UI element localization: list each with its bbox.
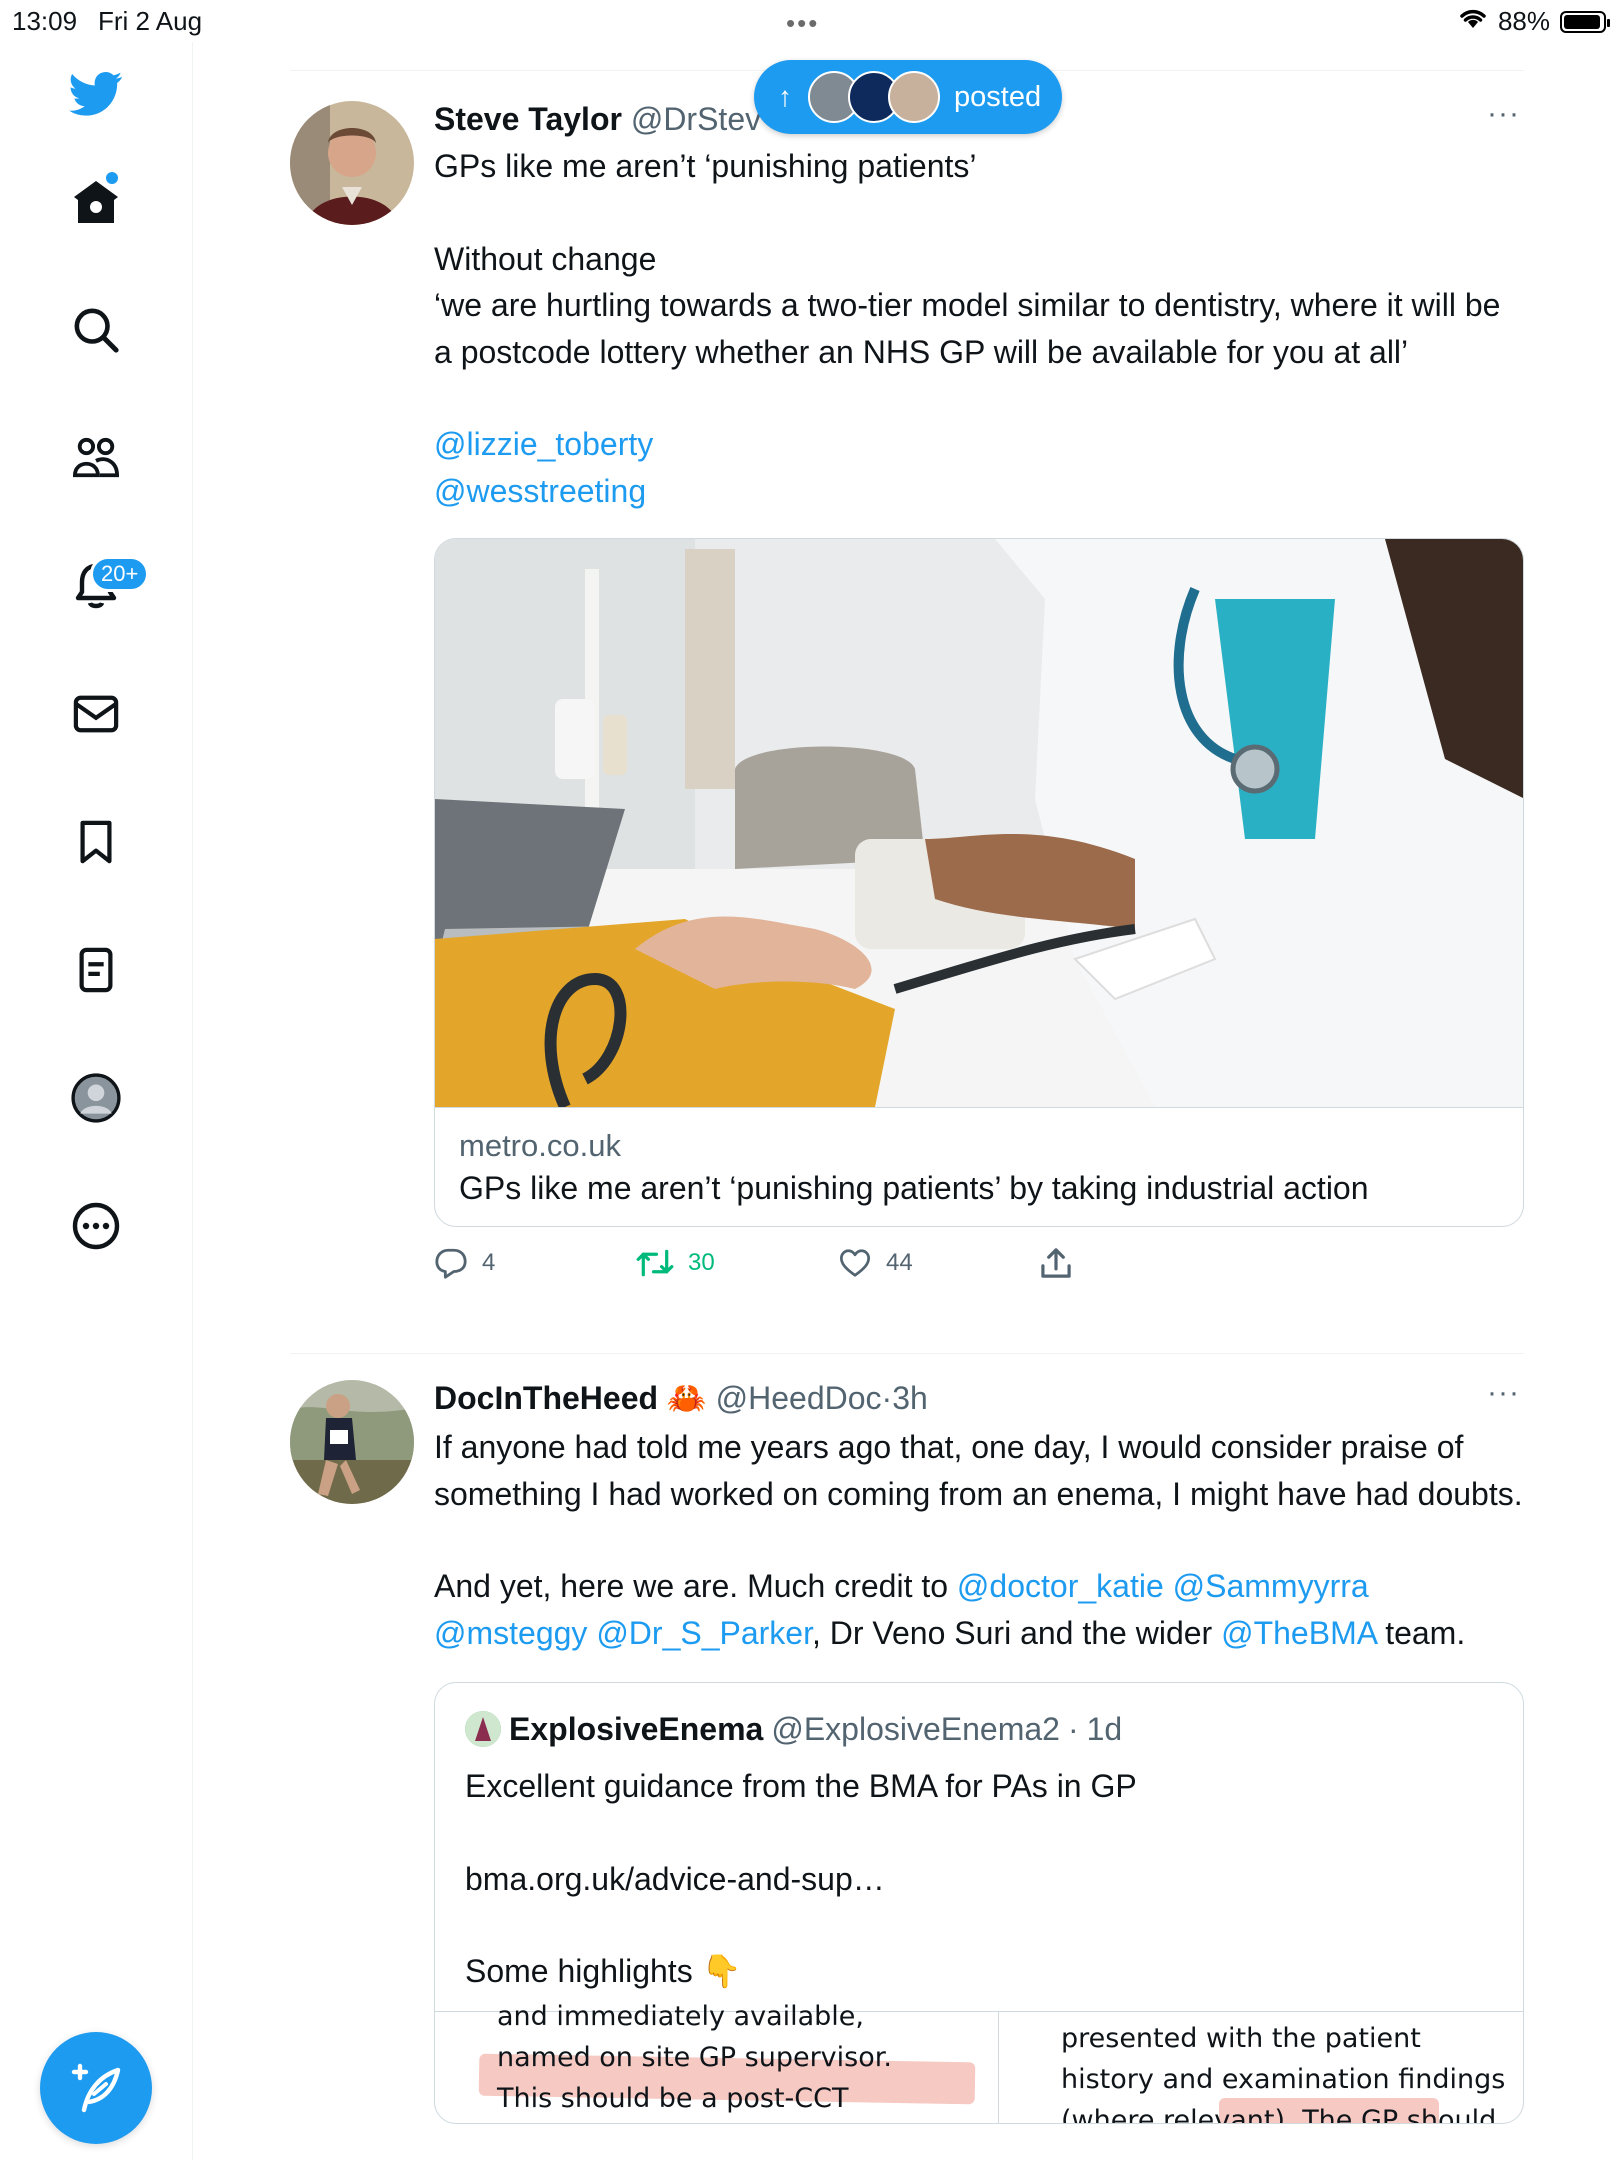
text-segment: And yet, here we are. Much credit to bbox=[434, 1568, 957, 1604]
sidebar-nav: 20+ bbox=[0, 42, 193, 2160]
quoted-timestamp[interactable]: 1d bbox=[1087, 1707, 1123, 1751]
mention-link[interactable]: @wesstreeting bbox=[434, 473, 646, 509]
status-date: Fri 2 Aug bbox=[98, 6, 203, 36]
mention-link[interactable]: @Dr_S_Parker bbox=[596, 1615, 812, 1651]
card-image bbox=[435, 539, 1523, 1110]
battery-percent: 88% bbox=[1497, 6, 1550, 36]
tweet-timestamp[interactable]: 3h bbox=[892, 1380, 928, 1416]
notifications-badge: 20+ bbox=[90, 556, 150, 592]
new-posts-label: posted bbox=[954, 80, 1042, 113]
battery-icon bbox=[1560, 10, 1610, 33]
quoted-media[interactable]: and immediately available, named on site… bbox=[435, 2001, 1523, 2124]
crab-emoji-icon: 🦀 bbox=[666, 1380, 707, 1416]
messages-mail-icon[interactable] bbox=[66, 684, 126, 744]
card-domain: metro.co.uk bbox=[459, 1128, 621, 1163]
tweet-text-line: ‘we are hurtling towards a two-tier mode… bbox=[434, 287, 1501, 370]
card-title: GPs like me aren’t ‘punishing patients’ … bbox=[459, 1170, 1369, 1206]
status-time: 13:09 bbox=[12, 6, 78, 36]
tweet[interactable]: DocInTheHeed 🦀 @HeedDoc·3h ··· If anyone… bbox=[290, 1354, 1524, 2174]
more-options-icon[interactable] bbox=[66, 1196, 126, 1256]
more-options-icon[interactable]: ··· bbox=[1487, 1376, 1520, 1410]
tweet-actions: 4 30 44 bbox=[434, 1243, 1524, 1283]
quoted-author-handle[interactable]: @ExplosiveEnema2 bbox=[771, 1707, 1060, 1751]
multitasking-dots[interactable]: ••• bbox=[786, 8, 819, 39]
quoted-text-line: Excellent guidance from the BMA for PAs … bbox=[465, 1768, 1137, 1804]
feather-plus-icon bbox=[71, 2063, 121, 2113]
retweet-count: 30 bbox=[688, 1249, 715, 1276]
tweet-text: GPs like me aren’t ‘punishing patients’ … bbox=[434, 143, 1524, 514]
reply-count: 4 bbox=[482, 1249, 496, 1276]
status-bar: 13:09 Fri 2 Aug ••• 88% bbox=[0, 0, 1620, 42]
quoted-author-name[interactable]: ExplosiveEnema bbox=[509, 1707, 763, 1751]
search-icon[interactable] bbox=[66, 300, 126, 360]
new-posts-pill[interactable]: ↑ posted bbox=[754, 60, 1062, 134]
author-handle[interactable]: @HeedDoc bbox=[716, 1380, 882, 1416]
tweet-paragraph: And yet, here we are. Much credit to @do… bbox=[434, 1563, 1524, 1656]
tweet-text-line: GPs like me aren’t ‘punishing patients’ bbox=[434, 148, 977, 184]
mention-link[interactable]: @Sammyyrra bbox=[1173, 1568, 1369, 1604]
separator: · bbox=[881, 1380, 893, 1416]
avatar[interactable] bbox=[290, 1380, 414, 1504]
quoted-text-line: Some highlights 👇 bbox=[465, 1948, 1493, 1995]
retweet-icon bbox=[636, 1249, 674, 1277]
mention-link[interactable]: @doctor_katie bbox=[957, 1568, 1164, 1604]
communities-icon[interactable] bbox=[66, 428, 126, 488]
text-segment: team. bbox=[1376, 1614, 1466, 1651]
doc-text-line: and immediately available, bbox=[497, 2000, 864, 2032]
link-card[interactable]: metro.co.uk GPs like me aren’t ‘punishin… bbox=[434, 538, 1524, 1227]
tweet-text-line: Without change bbox=[434, 240, 657, 277]
tweet-paragraph: If anyone had told me years ago that, on… bbox=[434, 1429, 1523, 1512]
avatar[interactable] bbox=[290, 101, 414, 225]
like-button[interactable]: 44 bbox=[838, 1248, 1040, 1278]
timeline: Steve Taylor @DrStev ··· GPs like me are… bbox=[290, 70, 1524, 2174]
lists-icon[interactable] bbox=[66, 940, 126, 1000]
pointing-down-emoji-icon: 👇 bbox=[701, 1953, 742, 1989]
arrow-up-icon: ↑ bbox=[778, 81, 792, 112]
avatar[interactable] bbox=[465, 1711, 501, 1747]
share-button[interactable] bbox=[1040, 1247, 1072, 1279]
reply-icon bbox=[435, 1248, 467, 1279]
compose-tweet-button[interactable] bbox=[40, 2032, 152, 2144]
like-count: 44 bbox=[886, 1249, 913, 1276]
heart-icon bbox=[840, 1249, 870, 1277]
text-segment: , Dr Veno Suri and the wider bbox=[811, 1614, 1222, 1651]
mention-link[interactable]: @msteggy bbox=[434, 1615, 587, 1651]
doc-text-line: (where relevant). The GP should bbox=[1061, 2104, 1497, 2124]
doc-text-line: presented with the patient bbox=[1061, 2022, 1421, 2054]
quoted-tweet[interactable]: ExplosiveEnema @ExplosiveEnema2 · 1d Excel… bbox=[434, 1682, 1524, 2124]
bookmarks-icon[interactable] bbox=[66, 812, 126, 872]
wifi-icon bbox=[1458, 6, 1488, 37]
quoted-link[interactable]: bma.org.uk/advice-and-sup… bbox=[465, 1856, 1493, 1903]
doc-text-line: history and examination findings bbox=[1061, 2063, 1506, 2095]
profile-icon[interactable] bbox=[66, 1068, 126, 1128]
separator: · bbox=[1067, 1711, 1079, 1747]
more-options-icon[interactable]: ··· bbox=[1487, 97, 1520, 131]
tweet[interactable]: Steve Taylor @DrStev ··· GPs like me are… bbox=[290, 71, 1524, 1353]
reply-button[interactable]: 4 bbox=[434, 1247, 636, 1279]
text-segment: Some highlights bbox=[465, 1953, 693, 1989]
author-handle[interactable]: @DrStev bbox=[631, 101, 761, 137]
author-name[interactable]: DocInTheHeed bbox=[434, 1380, 658, 1416]
tweet-text: If anyone had told me years ago that, on… bbox=[434, 1424, 1524, 1656]
avatar bbox=[888, 71, 940, 123]
author-name[interactable]: Steve Taylor bbox=[434, 101, 622, 137]
share-icon bbox=[1041, 1248, 1071, 1278]
home-unread-dot bbox=[106, 172, 118, 184]
doc-text-line: This should be a post-CCT bbox=[497, 2082, 849, 2114]
doc-text-line: named on site GP supervisor. bbox=[497, 2041, 892, 2073]
mention-link[interactable]: @TheBMA bbox=[1221, 1615, 1376, 1651]
twitter-logo-icon[interactable] bbox=[66, 64, 126, 124]
mention-link[interactable]: @lizzie_toberty bbox=[434, 426, 653, 462]
retweet-button[interactable]: 30 bbox=[636, 1248, 838, 1278]
